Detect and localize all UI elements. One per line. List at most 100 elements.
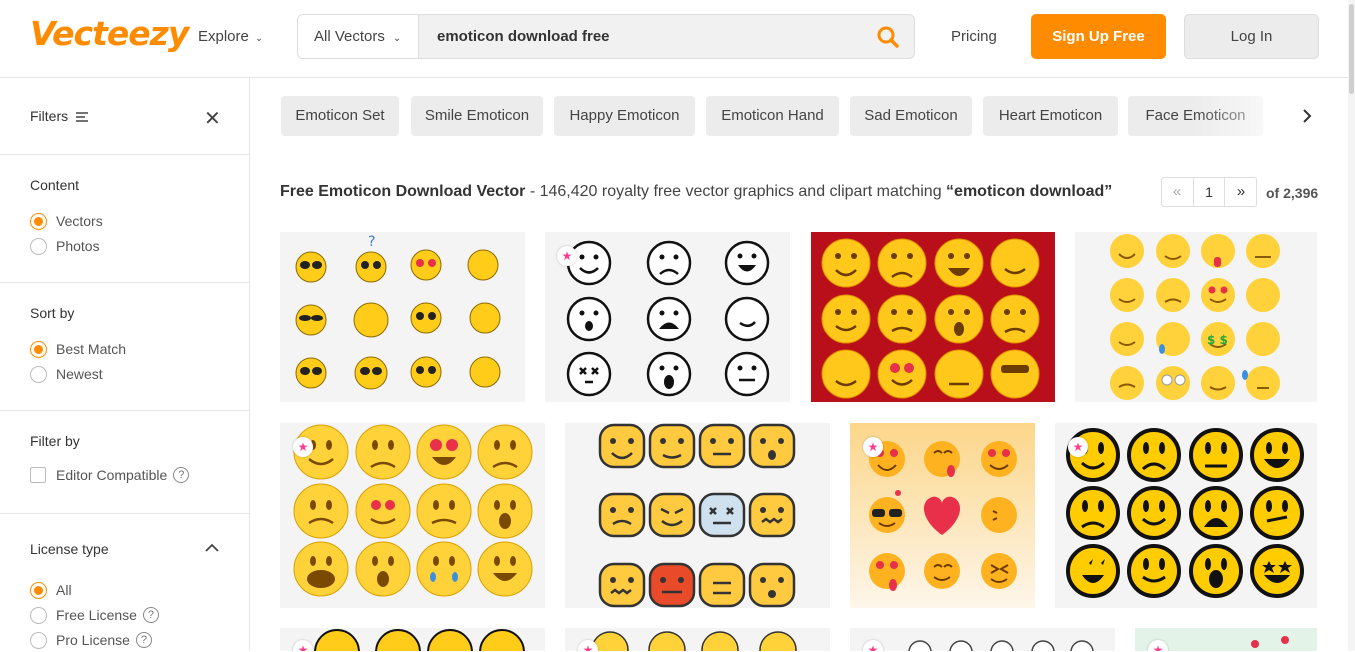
log-in-button[interactable]: Log In	[1184, 14, 1319, 59]
content-option-vectors[interactable]: Vectors	[30, 212, 103, 233]
result-card[interactable]: ★	[850, 628, 1115, 651]
help-icon[interactable]: ?	[142, 607, 159, 624]
pro-star-icon: ★	[1068, 437, 1088, 457]
rounded-square-emoji-thumbnail	[598, 423, 796, 608]
option-label: Pro License	[56, 632, 130, 648]
sort-filter: Sort by Best Match Newest	[0, 283, 249, 411]
help-icon[interactable]: ?	[135, 632, 152, 649]
search-type-dropdown[interactable]: All Vectors ⌄	[298, 15, 419, 58]
option-label: Best Match	[56, 341, 127, 357]
search-input[interactable]	[419, 15, 859, 58]
radio-selected[interactable]	[30, 340, 47, 358]
result-card[interactable]: ★	[545, 232, 790, 402]
vecteezy-logo[interactable]: Vecteezy	[30, 14, 189, 53]
search-type-label: All Vectors	[314, 28, 385, 45]
results-summary: - 146,420 royalty free vector graphics a…	[529, 183, 942, 200]
page-scrollbar[interactable]	[1348, 0, 1355, 651]
result-card[interactable]	[811, 232, 1055, 402]
chevron-right-icon[interactable]	[1302, 108, 1312, 124]
previous-page-icon[interactable]: «	[1162, 178, 1192, 206]
top-header: Vecteezy Explore ⌄ All Vectors ⌄ Pricing S…	[0, 0, 1355, 78]
sign-up-button[interactable]: Sign Up Free	[1031, 14, 1166, 59]
result-card[interactable]: ★	[280, 423, 545, 608]
license-option-free[interactable]: Free License?	[30, 606, 159, 627]
result-card[interactable]: ★	[565, 628, 830, 651]
filters-header: Filters ✕	[0, 78, 249, 155]
chevron-down-icon: ⌄	[392, 33, 402, 44]
pagination: « 1 »	[1161, 177, 1257, 207]
cartoon-emoji-thumbnail	[591, 631, 797, 651]
option-label: Free License	[56, 607, 137, 623]
result-card[interactable]: ★	[280, 628, 545, 651]
soft-emoji-grid-thumbnail: $ $	[1110, 234, 1280, 400]
sort-option-newest[interactable]: Newest	[30, 365, 103, 386]
result-card[interactable]	[565, 423, 830, 608]
radio[interactable]	[30, 237, 47, 255]
tag-happy-emoticon[interactable]: Happy Emoticon	[554, 96, 695, 136]
explore-menu[interactable]: Explore ⌄	[198, 28, 263, 45]
related-tags: Emoticon Set Smile Emoticon Happy Emotic…	[281, 96, 1291, 136]
checkbox[interactable]	[30, 467, 46, 484]
next-page-icon[interactable]: »	[1226, 178, 1256, 206]
pricing-link[interactable]: Pricing	[951, 28, 997, 45]
license-title: License type	[30, 541, 109, 557]
license-option-pro[interactable]: Pro License?	[30, 631, 152, 652]
result-card[interactable]: ★	[850, 423, 1035, 608]
tag-emoticon-hand[interactable]: Emoticon Hand	[706, 96, 839, 136]
emoticon-set-thumbnail: ?	[295, 234, 501, 390]
svg-text:?: ?	[368, 234, 375, 250]
tag-smile-emoticon[interactable]: Smile Emoticon	[411, 96, 543, 136]
editor-compatible-option[interactable]: Editor Compatible?	[30, 467, 190, 487]
result-card[interactable]: ★	[1055, 423, 1317, 608]
chevron-down-icon: ⌄	[254, 33, 264, 44]
radio[interactable]	[30, 365, 47, 383]
radio[interactable]	[30, 631, 47, 649]
option-label: Photos	[56, 238, 100, 254]
tag-emoticon-set[interactable]: Emoticon Set	[281, 96, 399, 136]
radio-selected[interactable]	[30, 212, 47, 230]
help-icon[interactable]: ?	[173, 467, 190, 484]
pro-star-icon: ★	[293, 437, 313, 457]
tag-heart-emoticon[interactable]: Heart Emoticon	[983, 96, 1118, 136]
filters-label: Filters	[30, 108, 69, 124]
filters-sidebar: Filters ✕ Content Vectors Photos Sort by…	[0, 78, 250, 651]
search-icon[interactable]	[876, 25, 900, 49]
total-pages: of 2,396	[1266, 185, 1319, 201]
radio[interactable]	[30, 606, 47, 624]
result-card[interactable]: ★	[1135, 628, 1317, 651]
explore-label: Explore	[198, 28, 249, 45]
emoji-row-thumbnail	[314, 629, 525, 651]
black-outline-emoji-thumbnail	[1066, 428, 1304, 598]
chevron-up-icon[interactable]	[205, 543, 219, 553]
filter-by-section: Filter by Editor Compatible?	[0, 411, 249, 514]
tag-face-emoticon[interactable]: Face Emoticon	[1128, 96, 1263, 136]
license-filter: License type All Free License? Pro Licen…	[0, 514, 249, 651]
filter-by-title: Filter by	[30, 433, 80, 449]
option-label: Vectors	[56, 213, 103, 229]
result-card[interactable]: $ $	[1075, 232, 1317, 402]
scrollbar-thumb[interactable]	[1349, 4, 1354, 94]
pro-star-icon: ★	[557, 246, 577, 266]
results-query: “emoticon download”	[946, 183, 1113, 200]
sort-title: Sort by	[30, 305, 75, 321]
content-filter: Content Vectors Photos	[0, 155, 249, 283]
tag-sad-emoticon[interactable]: Sad Emoticon	[850, 96, 972, 136]
content-option-photos[interactable]: Photos	[30, 237, 100, 258]
svg-text:$ $: $ $	[1207, 333, 1228, 347]
content-title: Content	[30, 177, 80, 193]
outline-emoji-thumbnail	[908, 640, 1094, 651]
license-option-all[interactable]: All	[30, 581, 72, 602]
results-heading: Free Emoticon Download Vector - 146,420 …	[280, 183, 1112, 201]
filter-list-icon	[76, 112, 88, 122]
line-emoticons-thumbnail	[566, 240, 770, 397]
pro-star-icon: ★	[863, 437, 883, 457]
radio-selected[interactable]	[30, 581, 47, 599]
results-title: Free Emoticon Download Vector	[280, 183, 526, 200]
close-icon[interactable]: ✕	[204, 106, 221, 131]
result-card[interactable]: ?	[280, 232, 525, 402]
option-label: Newest	[56, 366, 103, 382]
red-emoji-grid-thumbnail	[811, 232, 1055, 402]
sort-option-best-match[interactable]: Best Match	[30, 340, 127, 361]
page-number-input[interactable]: 1	[1193, 178, 1225, 206]
search-bar: All Vectors ⌄	[297, 14, 915, 59]
